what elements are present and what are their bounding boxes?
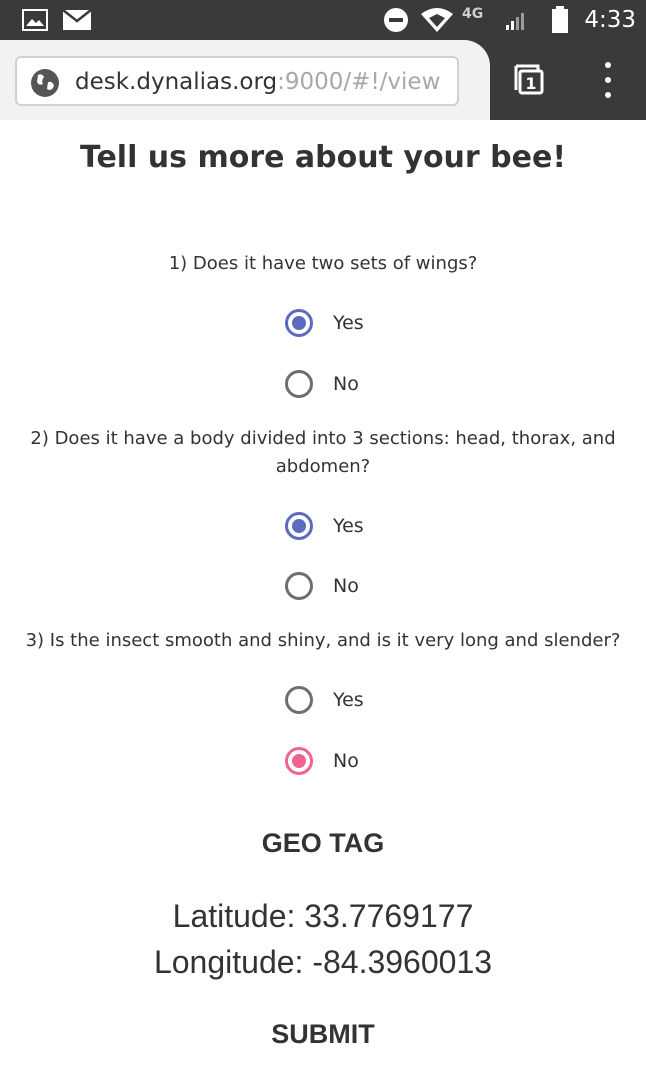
overflow-menu-button[interactable] [598,62,618,98]
url-host: desk.dynalias.org [75,69,278,95]
submit-button[interactable]: SUBMIT [223,1012,423,1056]
question-1-text: 1) Does it have two sets of wings? [168,253,478,274]
question-3-option-yes[interactable]: Yes [285,685,364,715]
question-1-option-no[interactable]: No [285,369,359,399]
radio-unselected-icon[interactable] [285,686,313,714]
option-label: Yes [333,515,364,537]
question-1-option-yes[interactable]: Yes [285,308,364,338]
network-type-label: 4G [462,6,484,22]
option-label: No [333,575,359,597]
image-notification-icon [22,0,48,40]
radio-selected-icon[interactable] [285,512,313,540]
active-tab-area: desk.dynalias.org:9000/#!/view [0,40,490,120]
radio-selected-icon[interactable] [285,309,313,337]
url-text: desk.dynalias.org:9000/#!/view [75,69,440,95]
option-label: Yes [333,689,364,711]
radio-unselected-icon[interactable] [285,572,313,600]
option-label: Yes [333,312,364,334]
radio-selected-icon[interactable] [285,747,313,775]
geo-tag-heading: GEO TAG [261,828,385,858]
page-title: Tell us more about your bee! [79,140,567,175]
url-path: :9000/#!/view [277,69,441,95]
status-time: 4:33 [584,7,636,33]
address-bar[interactable]: desk.dynalias.org:9000/#!/view [15,56,459,106]
option-label: No [333,750,359,772]
option-label: No [333,373,359,395]
tab-switcher-button[interactable]: 1 [510,62,546,98]
menu-dot-icon [605,77,611,83]
question-2-option-no[interactable]: No [285,571,359,601]
battery-icon [551,0,569,40]
do-not-disturb-icon [383,0,409,40]
menu-dot-icon [605,62,611,68]
longitude-value: Longitude: -84.3960013 [153,944,493,980]
mail-icon [62,0,92,40]
tab-count: 1 [525,74,536,93]
latitude-value: Latitude: 33.7769177 [172,898,474,934]
browser-toolbar: desk.dynalias.org:9000/#!/view 1 [0,40,646,120]
signal-icon [504,0,528,40]
question-3-text: 3) Is the insect smooth and shiny, and i… [25,630,621,651]
globe-icon [29,67,61,104]
menu-dot-icon [605,92,611,98]
status-bar: 4G 4:33 [0,0,646,40]
radio-unselected-icon[interactable] [285,370,313,398]
tab-switcher-icon: 1 [514,64,544,95]
wifi-icon [420,0,454,40]
question-2-text: 2) Does it have a body divided into 3 se… [30,428,616,477]
question-3-option-no[interactable]: No [285,746,359,776]
question-2-option-yes[interactable]: Yes [285,511,364,541]
